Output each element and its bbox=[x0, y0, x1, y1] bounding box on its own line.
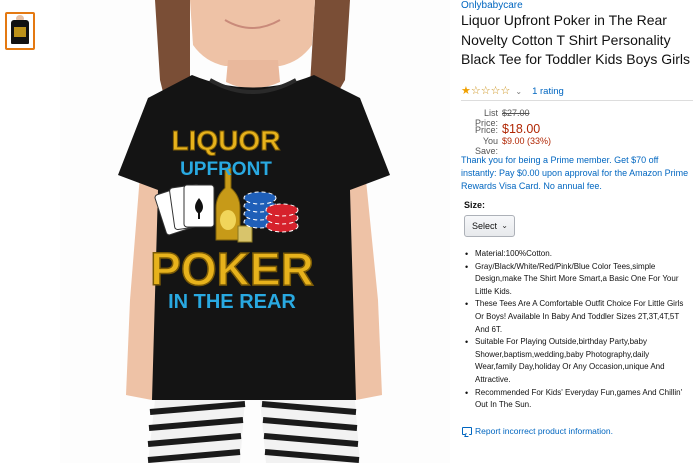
brand-link[interactable]: Onlybabycare bbox=[461, 0, 523, 11]
price-row: Price: $18.00 bbox=[461, 122, 551, 136]
star-icon-empty: ☆ bbox=[480, 84, 491, 97]
shirt-text-liquor: LIQUOR bbox=[172, 125, 281, 156]
shirt-text-poker: POKER bbox=[150, 243, 314, 295]
feature-bullet: Material:100%Cotton. bbox=[465, 248, 693, 261]
size-dropdown[interactable]: Select ⌄ bbox=[464, 215, 515, 237]
rating-row: ★ ☆ ☆ ☆ ☆ ⌄ 1 rating bbox=[461, 85, 564, 97]
feature-bullet: Recommended For Kids' Everyday Fun,games… bbox=[465, 387, 693, 412]
prime-card-offer-link[interactable]: Thank you for being a Prime member. Get … bbox=[461, 154, 693, 193]
star-icon-filled: ★ bbox=[461, 84, 471, 97]
price-value: $18.00 bbox=[502, 122, 541, 136]
star-icon-empty: ☆ bbox=[470, 84, 481, 97]
chevron-down-icon: ⌄ bbox=[501, 221, 508, 230]
divider bbox=[461, 100, 693, 101]
rating-count-link[interactable]: 1 rating bbox=[532, 86, 564, 97]
feature-bullet: These Tees Are A Comfortable Outfit Choi… bbox=[465, 298, 693, 336]
size-dropdown-value: Select bbox=[472, 221, 498, 231]
size-label: Size: bbox=[464, 200, 486, 210]
star-rating[interactable]: ★ ☆ ☆ ☆ ☆ bbox=[461, 84, 511, 97]
price-table: List Price: $27.00 Price: $18.00 You Sav… bbox=[461, 108, 552, 156]
report-link-text: Report incorrect product information. bbox=[475, 426, 613, 436]
product-thumbnail[interactable] bbox=[5, 12, 35, 50]
product-title: Liquor Upfront Poker in The Rear Novelty… bbox=[461, 12, 691, 67]
savings-value: $9.00 (33%) bbox=[502, 136, 552, 146]
price-label: Price: bbox=[474, 125, 498, 135]
feature-bullet: Gray/Black/White/Red/Pink/Blue Color Tee… bbox=[465, 261, 693, 299]
feature-bullet: Suitable For Playing Outside,birthday Pa… bbox=[465, 336, 693, 386]
report-incorrect-info-link[interactable]: Report incorrect product information. bbox=[462, 426, 613, 436]
feature-bullets: Material:100%Cotton. Gray/Black/White/Re… bbox=[465, 248, 693, 412]
list-price-row: List Price: $27.00 bbox=[461, 108, 551, 128]
shirt-text-upfront: UPFRONT bbox=[180, 159, 272, 180]
comment-icon bbox=[462, 427, 472, 435]
chevron-down-icon[interactable]: ⌄ bbox=[515, 87, 522, 96]
thumbnail-logo bbox=[14, 27, 26, 37]
main-product-image[interactable]: LIQUOR UPFRONT POKER IN THE REAR bbox=[60, 0, 450, 463]
shirt-text-in-the-rear: IN THE REAR bbox=[168, 291, 296, 313]
savings-label: You Save: bbox=[474, 136, 498, 156]
star-icon-empty: ☆ bbox=[500, 84, 511, 97]
star-icon-empty: ☆ bbox=[490, 84, 501, 97]
savings-row: You Save: $9.00 (33%) bbox=[461, 136, 552, 156]
list-price-value: $27.00 bbox=[502, 108, 530, 118]
